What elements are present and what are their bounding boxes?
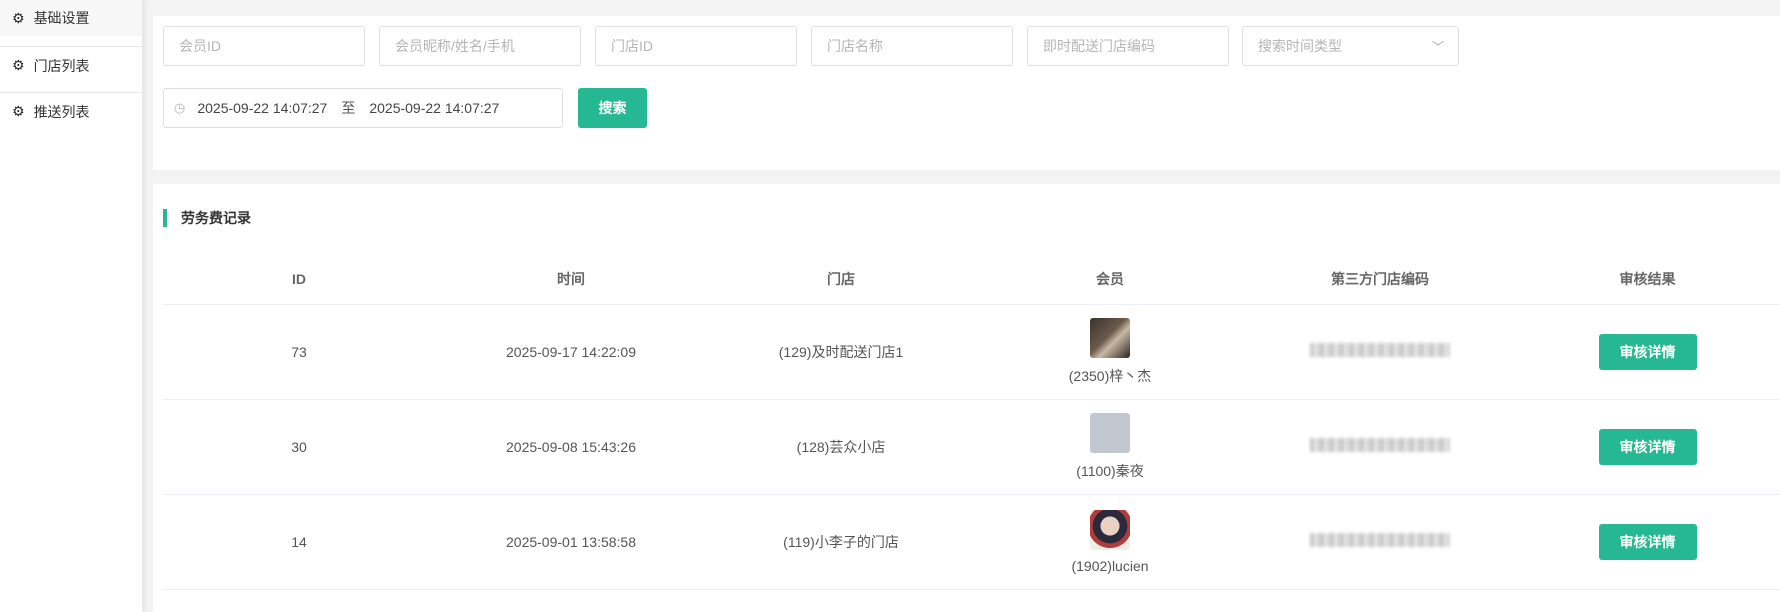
cell-time: 2025-09-01 13:58:58 [435,494,707,590]
chevron-down-icon: ﹀ [1431,40,1444,54]
cell-third-party-code [1245,304,1515,400]
sidebar-item-label: 基础设置 [33,10,90,26]
date-separator: 至 [341,100,356,116]
gear-icon: ⚙ [12,9,25,26]
cell-member: (1902)lucien [975,494,1245,590]
cell-third-party-code [1245,399,1515,495]
avatar [1090,412,1130,453]
table-row: 30 2025-09-08 15:43:26 (128)芸众小店 (1100)秦… [163,399,1780,495]
gear-icon: ⚙ [12,57,25,73]
member-label: (1902)lucien [1071,557,1149,574]
date-start[interactable]: 2025-09-22 14:07:27 [197,100,327,116]
cell-time: 2025-09-17 14:22:09 [435,304,707,400]
sidebar: ⚙ 基础设置 ⚙ 门店列表 ⚙ 推送列表 [0,0,143,612]
column-header: ID [163,254,435,305]
table-row: 14 2025-09-01 13:58:58 (119)小李子的门店 (1902… [163,494,1780,590]
cell-review: 审核详情 [1515,494,1780,590]
column-header: 会员 [975,254,1245,305]
instant-delivery-code-input[interactable]: 即时配送门店编码 [1027,26,1229,66]
member-label: (2350)梓丶杰 [1068,367,1152,384]
store-id-input[interactable]: 门店ID [595,26,797,66]
cell-review: 审核详情 [1515,399,1780,495]
blurred-code [1310,438,1450,452]
cell-store: (129)及时配送门店1 [707,304,975,400]
main-content: 会员ID 会员昵称/姓名/手机 门店ID 门店名称 即时配送门店编码 搜索时间类… [153,16,1780,612]
filter-panel: 会员ID 会员昵称/姓名/手机 门店ID 门店名称 即时配送门店编码 搜索时间类… [153,16,1780,170]
cell-member: (2350)梓丶杰 [975,304,1245,400]
review-detail-button[interactable]: 审核详情 [1598,333,1697,370]
clock-icon: ◷ [174,100,186,115]
records-table: ID 时间 门店 会员 第三方门店编码 审核结果 73 2025-09-17 1… [163,254,1780,590]
column-header: 审核结果 [1515,254,1780,305]
records-panel: 劳务费记录 ID 时间 门店 会员 第三方门店编码 审核结果 73 2025-0… [153,184,1780,612]
time-type-select[interactable]: 搜索时间类型 ﹀ [1242,26,1459,66]
column-header: 门店 [707,254,975,305]
search-button[interactable]: 搜索 [578,88,647,128]
table-row: 73 2025-09-17 14:22:09 (129)及时配送门店1 (235… [163,304,1780,400]
cell-third-party-code [1245,494,1515,590]
blurred-code [1310,533,1450,547]
table-header-row: ID 时间 门店 会员 第三方门店编码 审核结果 [163,254,1780,305]
blurred-code [1310,343,1450,357]
sidebar-item-push-list[interactable]: ⚙ 推送列表 [0,92,142,130]
store-name-input[interactable]: 门店名称 [811,26,1013,66]
cell-time: 2025-09-08 15:43:26 [435,399,707,495]
avatar [1090,509,1130,550]
cell-id: 14 [163,494,435,590]
cell-id: 30 [163,399,435,495]
gear-icon: ⚙ [12,103,25,119]
date-end[interactable]: 2025-09-22 14:07:27 [369,100,499,116]
cell-store: (128)芸众小店 [707,399,975,495]
member-name-input[interactable]: 会员昵称/姓名/手机 [379,26,581,66]
cell-member: (1100)秦夜 [975,399,1245,495]
sidebar-item-label: 门店列表 [33,57,90,74]
section-title: 劳务费记录 [163,208,251,228]
column-header: 第三方门店编码 [1245,254,1515,305]
cell-id: 73 [163,304,435,400]
sidebar-item-store-list[interactable]: ⚙ 门店列表 [0,46,142,84]
member-id-input[interactable]: 会员ID [163,26,365,66]
sidebar-item-label: 推送列表 [33,103,90,120]
avatar [1090,317,1130,358]
review-detail-button[interactable]: 审核详情 [1598,428,1697,465]
member-label: (1100)秦夜 [1076,462,1144,479]
cell-review: 审核详情 [1515,304,1780,400]
sidebar-item-basic-settings[interactable]: ⚙ 基础设置 [0,0,142,36]
date-range-picker[interactable]: ◷ 2025-09-22 14:07:27 至 2025-09-22 14:07… [163,88,563,128]
review-detail-button[interactable]: 审核详情 [1598,523,1697,560]
column-header: 时间 [435,254,707,305]
title-accent-bar [163,209,167,227]
cell-store: (119)小李子的门店 [707,494,975,590]
